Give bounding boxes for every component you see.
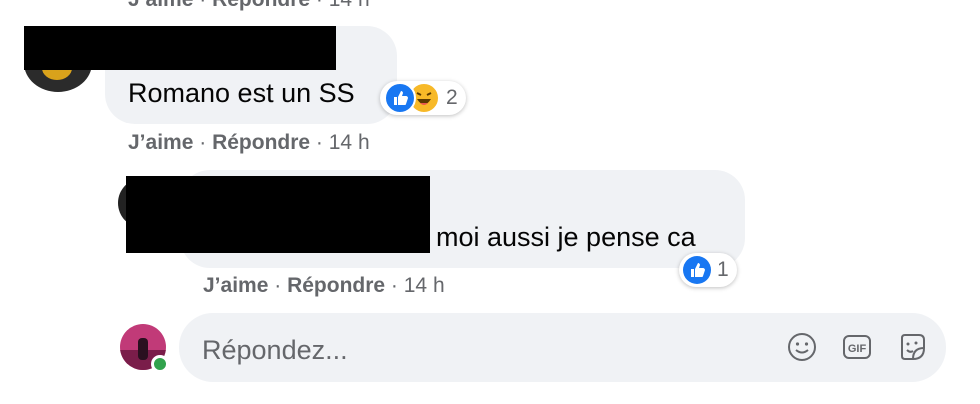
timestamp: 14 h bbox=[403, 274, 445, 297]
like-link[interactable]: J’aime bbox=[128, 0, 193, 11]
like-icon bbox=[683, 256, 711, 284]
like-icon bbox=[384, 82, 416, 114]
reaction-summary[interactable]: 1 bbox=[679, 253, 737, 287]
like-link[interactable]: J’aime bbox=[128, 131, 193, 154]
sticker-icon[interactable] bbox=[897, 332, 927, 362]
online-indicator bbox=[151, 355, 169, 373]
comment-meta: J’aime · Répondre · 14 h bbox=[128, 131, 370, 154]
like-link[interactable]: J’aime bbox=[203, 274, 268, 297]
timestamp: 14 h bbox=[328, 131, 370, 154]
emoji-icon[interactable] bbox=[787, 332, 817, 362]
reply-text: moi aussi je pense ca bbox=[436, 222, 696, 252]
reply-meta: J’aime · Répondre · 14 h bbox=[203, 274, 445, 297]
reaction-count: 1 bbox=[717, 258, 729, 281]
redacted-author-name bbox=[24, 26, 336, 70]
reply-input[interactable]: Répondez... bbox=[202, 335, 348, 366]
redacted-author-name bbox=[126, 176, 430, 253]
svg-text:GIF: GIF bbox=[848, 343, 867, 355]
reply-link[interactable]: Répondre bbox=[287, 274, 385, 297]
gif-icon[interactable]: GIF bbox=[842, 332, 872, 362]
reply-link[interactable]: Répondre bbox=[212, 0, 310, 11]
comment-text: Romano est un SS bbox=[128, 78, 355, 108]
top-comment-meta: J’aime · Répondre · 14 h bbox=[128, 0, 370, 12]
reaction-count: 2 bbox=[446, 86, 458, 109]
reaction-summary[interactable]: 2 bbox=[380, 81, 466, 115]
reply-link[interactable]: Répondre bbox=[212, 131, 310, 154]
timestamp: 14 h bbox=[329, 0, 370, 11]
